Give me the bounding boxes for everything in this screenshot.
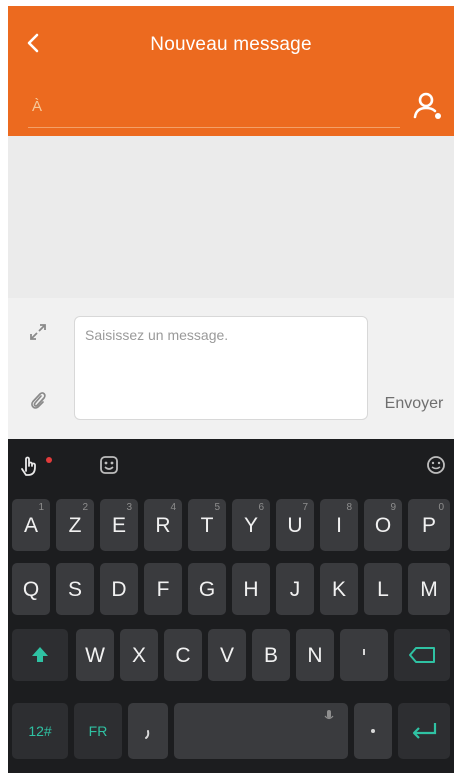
- comma-key[interactable]: [128, 703, 168, 759]
- language-key[interactable]: FR: [74, 703, 122, 759]
- key-x[interactable]: X: [120, 629, 158, 681]
- recipient-field-underline[interactable]: [28, 127, 400, 128]
- enter-arrow-icon: [412, 723, 437, 739]
- space-key[interactable]: [174, 703, 348, 759]
- period-icon: [371, 729, 375, 733]
- key-r[interactable]: R4: [144, 499, 182, 551]
- numbers-key[interactable]: 12#: [12, 703, 68, 759]
- header-bar: Nouveau message À: [8, 6, 454, 136]
- enter-key[interactable]: [398, 703, 450, 759]
- keyboard-toolbar: [8, 439, 454, 491]
- key-m[interactable]: M: [408, 563, 450, 615]
- key-g[interactable]: G: [188, 563, 226, 615]
- expand-button[interactable]: [24, 318, 52, 346]
- key-y[interactable]: Y6: [232, 499, 270, 551]
- emoji-button[interactable]: [94, 451, 124, 479]
- key-k[interactable]: K: [320, 563, 358, 615]
- key-d[interactable]: D: [100, 563, 138, 615]
- add-contact-icon: [413, 92, 441, 119]
- comma-icon: [145, 730, 150, 739]
- shift-key[interactable]: [12, 629, 68, 681]
- composer-bar: Envoyer: [8, 298, 454, 439]
- shift-arrow-icon: [32, 647, 48, 662]
- key-h[interactable]: H: [232, 563, 270, 615]
- key-f[interactable]: F: [144, 563, 182, 615]
- key-i[interactable]: I8: [320, 499, 358, 551]
- face-button[interactable]: [422, 451, 450, 479]
- key-n[interactable]: N: [296, 629, 334, 681]
- emoji-icon: [100, 456, 118, 474]
- apostrophe-icon: [363, 649, 365, 655]
- face-icon: [427, 456, 445, 474]
- key-q[interactable]: Q: [12, 563, 50, 615]
- key-w[interactable]: W: [76, 629, 114, 681]
- key-e[interactable]: E3: [100, 499, 138, 551]
- key-j[interactable]: J: [276, 563, 314, 615]
- add-contact-button[interactable]: [410, 88, 446, 124]
- key-c[interactable]: C: [164, 629, 202, 681]
- key-apostrophe[interactable]: [340, 629, 388, 681]
- send-button[interactable]: Envoyer: [374, 395, 454, 413]
- key-v[interactable]: V: [208, 629, 246, 681]
- key-p[interactable]: P0: [408, 499, 450, 551]
- recipient-label: À: [32, 98, 43, 115]
- message-input[interactable]: [74, 316, 368, 420]
- key-z[interactable]: Z2: [56, 499, 94, 551]
- period-key[interactable]: [354, 703, 392, 759]
- key-a[interactable]: A1: [12, 499, 50, 551]
- key-s[interactable]: S: [56, 563, 94, 615]
- backspace-icon: [409, 647, 435, 663]
- backspace-key[interactable]: [394, 629, 450, 681]
- soft-keyboard: A1 Z2 E3 R4 T5 Y6 U7 I8 O9 P0 Q S D F G …: [8, 439, 454, 773]
- key-l[interactable]: L: [364, 563, 402, 615]
- key-o[interactable]: O9: [364, 499, 402, 551]
- expand-icon: [30, 324, 46, 340]
- page-title: Nouveau message: [150, 34, 312, 55]
- notification-dot: [46, 457, 52, 463]
- conversation-area: [8, 136, 454, 298]
- attach-button[interactable]: [24, 386, 52, 414]
- attach-icon: [31, 392, 46, 409]
- key-b[interactable]: B: [252, 629, 290, 681]
- key-t[interactable]: T5: [188, 499, 226, 551]
- gesture-icon: [21, 456, 36, 476]
- microphone-icon: [324, 710, 334, 720]
- gesture-button[interactable]: [18, 451, 48, 479]
- key-u[interactable]: U7: [276, 499, 314, 551]
